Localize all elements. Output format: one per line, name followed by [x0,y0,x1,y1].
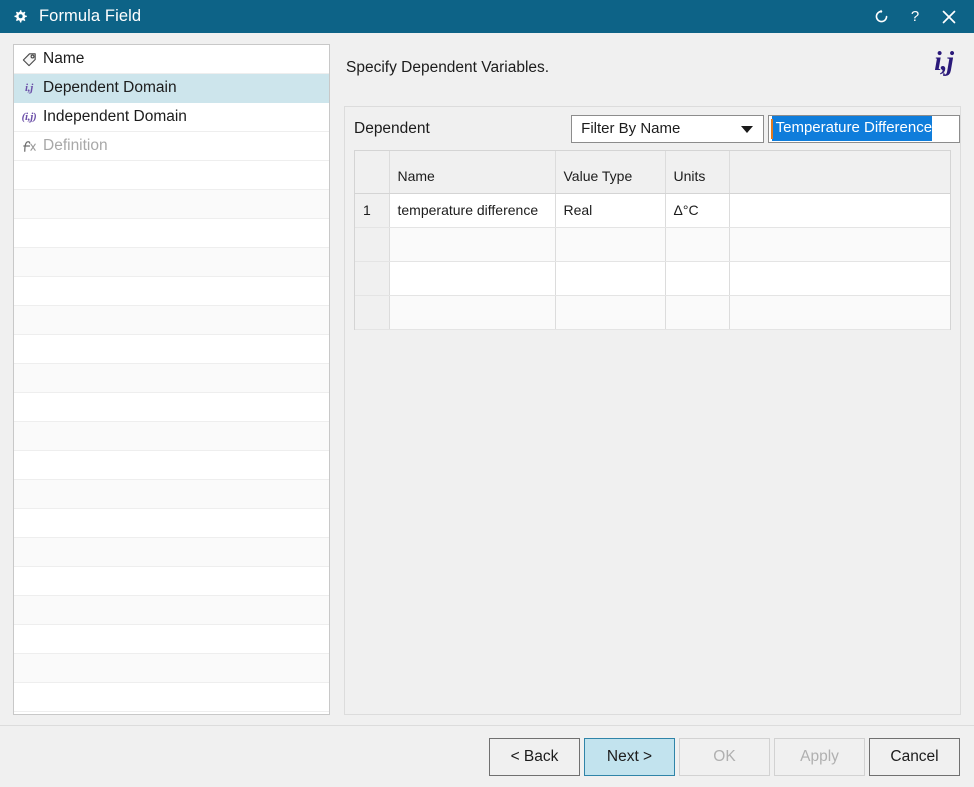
sidebar-item-definition: Definition [14,132,329,161]
sidebar-item-name[interactable]: Name [14,45,329,74]
reset-icon[interactable] [872,8,890,26]
sidebar-empty-row [14,451,329,480]
cell-value-type[interactable]: Real [555,193,666,228]
sidebar-empty-row [14,596,329,625]
dependent-panel: Dependent Filter By Name Temperature Dif… [344,106,961,715]
ij-badge-icon: i,j [934,46,954,76]
cell-units[interactable] [665,295,730,330]
ok-button: OK [679,737,770,776]
sidebar-item-label: Dependent Domain [43,79,177,96]
sidebar-empty-row [14,567,329,596]
sidebar-item-label: Definition [43,137,108,154]
column-header-extra[interactable] [729,151,950,194]
function-icon [18,136,40,156]
sidebar-empty-row [14,248,329,277]
content-area: Specify Dependent Variables. i,j Depende… [344,44,961,715]
sidebar-item-independent-domain[interactable]: (i,j) Independent Domain [14,103,329,132]
cell-index [355,227,390,262]
sidebar-empty-row [14,306,329,335]
next-button[interactable]: Next > [584,737,675,776]
cell-name[interactable] [389,227,556,262]
column-header-name[interactable]: Name [389,151,556,194]
sidebar-empty-row [14,538,329,567]
dialog-body: Name i,j Dependent Domain (i,j) Independ… [0,33,974,787]
cell-index [355,295,390,330]
dependent-label: Dependent [354,119,430,137]
paren-ij-icon-text: (i,j) [21,110,37,123]
content-header: Specify Dependent Variables. i,j [344,44,961,106]
sidebar-empty-row [14,654,329,683]
cell-index [355,261,390,296]
ij-icon: i,j [18,78,40,98]
sidebar-item-dependent-domain[interactable]: i,j Dependent Domain [14,74,329,103]
cell-units[interactable] [665,227,730,262]
window-title: Formula Field [39,7,142,26]
wizard-step-list[interactable]: Name i,j Dependent Domain (i,j) Independ… [13,44,330,715]
page-title: Specify Dependent Variables. [346,59,550,76]
filter-search-value: Temperature Difference [771,116,933,141]
cell-extra[interactable] [729,261,950,296]
table-header-row: Name Value Type Units [355,151,950,194]
filter-search-input[interactable]: Temperature Difference [767,114,960,143]
cell-value-type[interactable] [555,261,666,296]
sidebar-empty-row [14,509,329,538]
table-row[interactable] [355,227,950,262]
tag-icon [18,49,40,69]
cell-units[interactable]: Δ°C [665,193,730,228]
sidebar-empty-row [14,364,329,393]
filter-bar: Dependent Filter By Name Temperature Dif… [345,107,960,150]
variables-table-wrapper: Name Value Type Units 1 temperature diff… [354,150,951,330]
sidebar-empty-row [14,480,329,509]
sidebar-item-label: Independent Domain [43,108,187,125]
cell-name[interactable]: temperature difference [389,193,556,228]
close-icon[interactable] [940,8,958,26]
column-header-value-type[interactable]: Value Type [555,151,666,194]
sidebar-item-label: Name [43,50,85,67]
text-caret [770,118,773,139]
sidebar-empty-row [14,335,329,364]
title-bar-left: Formula Field [12,8,141,25]
cell-value-type[interactable] [555,227,666,262]
sidebar-empty-row [14,161,329,190]
cell-extra[interactable] [729,295,950,330]
chevron-down-icon [740,125,753,133]
formula-field-dialog: Formula Field ? Name i,j Dependent Domai… [0,0,974,787]
cancel-button[interactable]: Cancel [869,737,960,776]
back-button[interactable]: < Back [489,737,580,776]
sidebar-empty-row [14,625,329,654]
cell-value-type[interactable] [555,295,666,330]
table-row[interactable] [355,261,950,296]
sidebar-empty-row [14,219,329,248]
dialog-button-bar: < Back Next > OK Apply Cancel [0,726,974,787]
sidebar-empty-row [14,393,329,422]
ij-icon-text: i,j [25,81,33,94]
sidebar-empty-row [14,422,329,451]
sidebar-empty-row [14,277,329,306]
help-icon[interactable]: ? [906,8,924,26]
gear-icon [12,9,28,25]
variables-table[interactable]: Name Value Type Units 1 temperature diff… [355,151,950,330]
table-row[interactable] [355,295,950,330]
cell-index: 1 [355,193,390,228]
cell-extra[interactable] [729,193,950,228]
cell-units[interactable] [665,261,730,296]
title-bar: Formula Field ? [0,0,974,33]
filter-mode-value: Filter By Name [581,120,681,137]
apply-button: Apply [774,737,865,776]
sidebar-empty-row [14,683,329,712]
cell-extra[interactable] [729,227,950,262]
sidebar-empty-row [14,190,329,219]
cell-name[interactable] [389,261,556,296]
column-header-units[interactable]: Units [665,151,730,194]
paren-ij-icon: (i,j) [18,107,40,127]
cell-name[interactable] [389,295,556,330]
column-header-index[interactable] [355,151,390,194]
title-bar-controls: ? [872,8,960,26]
filter-mode-dropdown[interactable]: Filter By Name [571,114,764,143]
table-row[interactable]: 1 temperature difference Real Δ°C [355,193,950,228]
